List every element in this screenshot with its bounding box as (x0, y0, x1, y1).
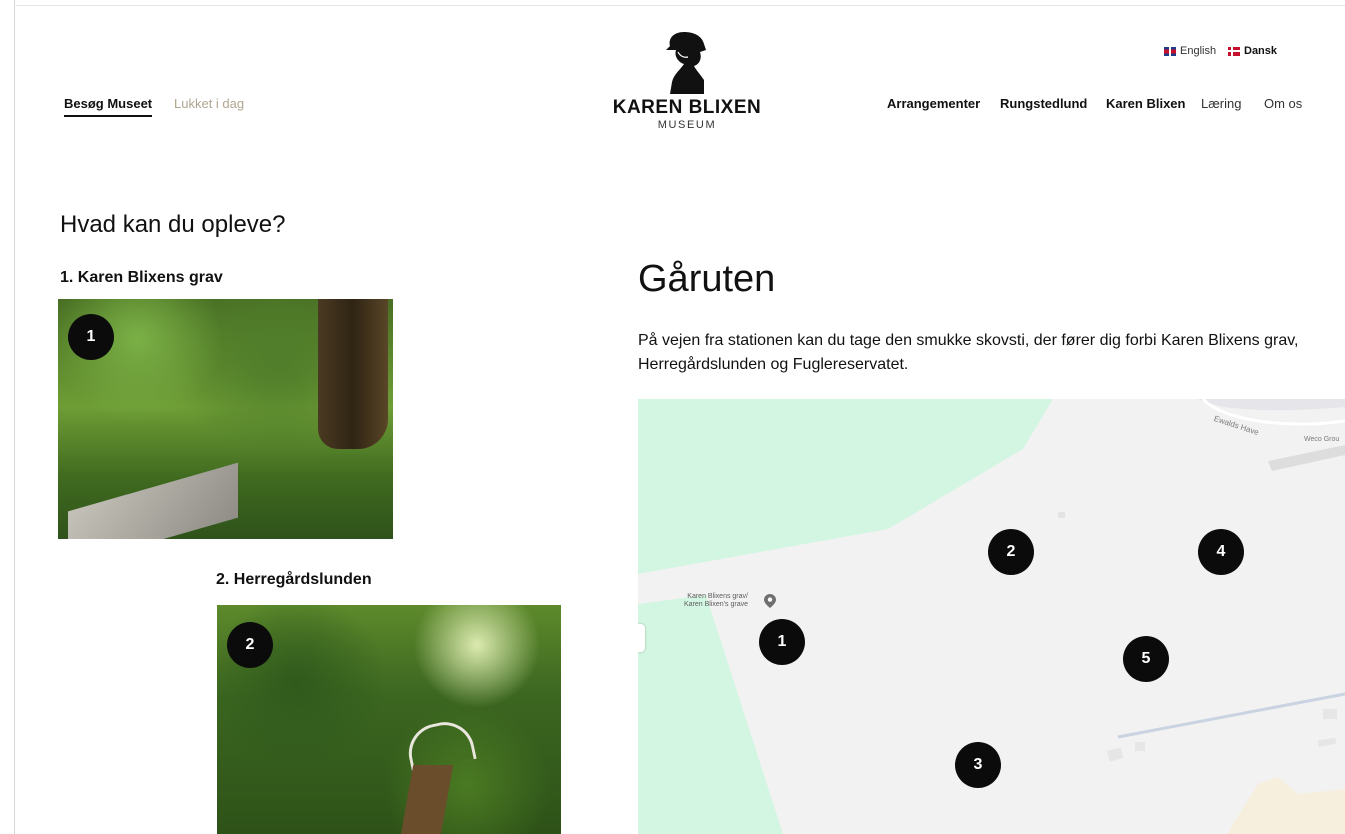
nav-laering[interactable]: Læring (1201, 96, 1241, 111)
item-title-grave: 1. Karen Blixens grav (60, 269, 223, 286)
page-frame-left-border (14, 0, 15, 834)
page-frame-top-border (14, 5, 1345, 6)
map-marker-2[interactable]: 2 (988, 529, 1034, 575)
map-marker-3[interactable]: 3 (955, 742, 1001, 788)
logo-subtitle: MUSEUM (657, 119, 717, 131)
language-english-link[interactable]: English (1164, 45, 1216, 57)
tree-trunk (318, 299, 388, 449)
visit-museum-link[interactable]: Besøg Museet (64, 96, 153, 117)
route-map[interactable]: Karen Blixens grav/ Karen Blixen's grave… (638, 399, 1345, 834)
map-marker-5[interactable]: 5 (1123, 636, 1169, 682)
map-pin-icon[interactable] (764, 594, 776, 608)
section-heading: Hvad kan du opleve? (60, 211, 286, 238)
map-pin-label-line1: Karen Blixens grav/ (687, 593, 748, 600)
item-title-manor-grove: 2. Herregårdslunden (216, 571, 372, 588)
denmark-flag-icon (1228, 46, 1240, 56)
nav-karen-blixen[interactable]: Karen Blixen (1106, 96, 1185, 111)
garden-path (400, 765, 454, 834)
map-marker-4[interactable]: 4 (1198, 529, 1244, 575)
place-label: Weco Grou (1304, 436, 1340, 443)
karen-blixen-silhouette-icon (666, 32, 706, 94)
route-description: På vejen fra stationen kan du tage den s… (638, 332, 1299, 373)
language-danish-link[interactable]: Dansk (1228, 45, 1277, 57)
language-danish-label: Dansk (1244, 45, 1278, 57)
nav-om-os[interactable]: Om os (1264, 96, 1302, 111)
number-badge-1: 1 (68, 314, 114, 360)
map-drag-handle[interactable] (638, 624, 645, 652)
map-marker-1[interactable]: 1 (759, 619, 805, 665)
grave-stone (68, 462, 238, 539)
map-pin-label: Karen Blixens grav/ Karen Blixen's grave (684, 593, 748, 609)
map-pin-label-line2: Karen Blixen's grave (684, 601, 748, 608)
nav-rungstedlund[interactable]: Rungstedlund (1000, 96, 1087, 111)
logo-title: KAREN BLIXEN (612, 97, 762, 118)
museum-logo[interactable]: KAREN BLIXEN MUSEUM (612, 30, 762, 144)
uk-flag-icon (1164, 46, 1176, 56)
opening-status: Lukket i dag (174, 96, 245, 111)
nav-arrangementer[interactable]: Arrangementer (887, 96, 980, 111)
number-badge-2: 2 (227, 622, 273, 668)
language-english-label: English (1180, 45, 1217, 57)
route-title: Gåruten (638, 258, 776, 300)
